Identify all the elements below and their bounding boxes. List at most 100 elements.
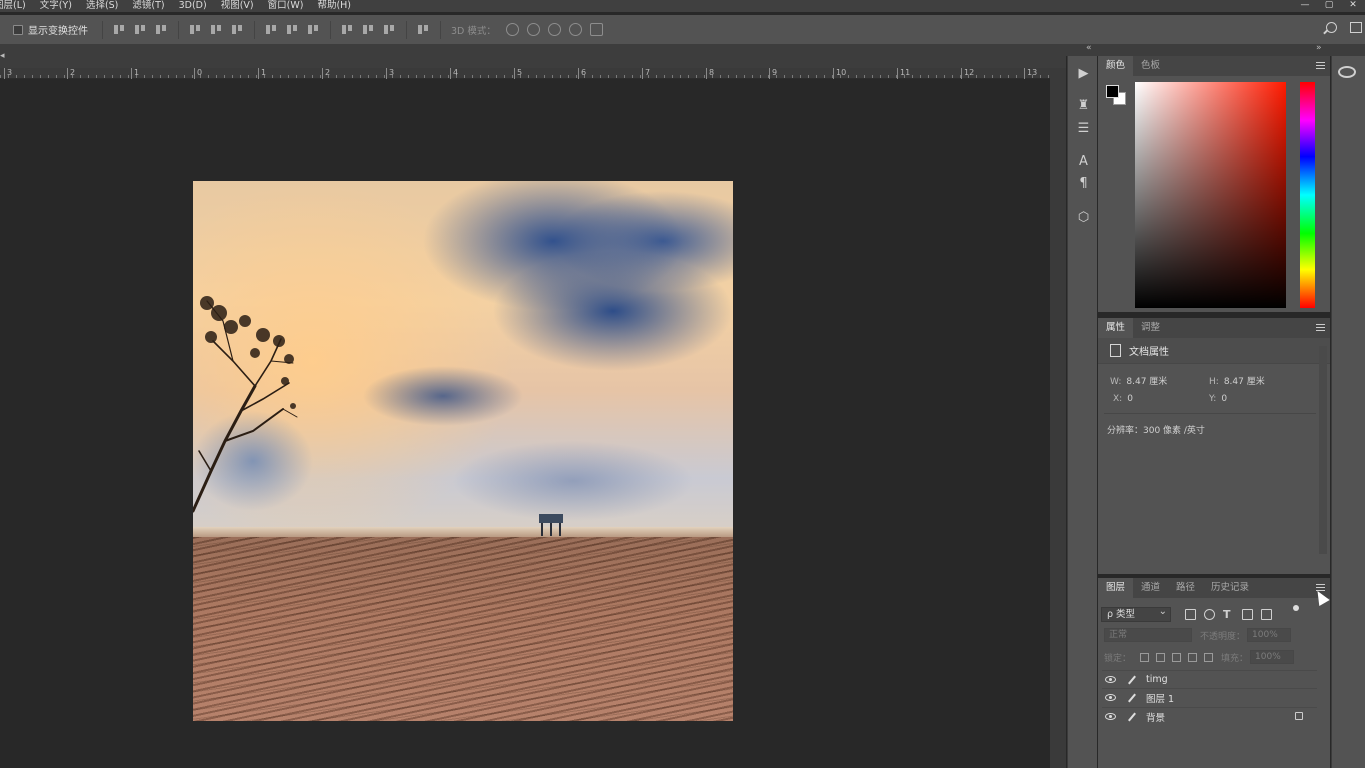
lock-all-icon[interactable]	[1204, 652, 1214, 662]
paragraph-icon[interactable]: ¶	[1076, 176, 1091, 191]
shape-filter-icon[interactable]	[1242, 608, 1253, 620]
character-icon[interactable]: A	[1076, 154, 1091, 169]
slide-3d-icon[interactable]	[568, 23, 582, 36]
type-filter-icon[interactable]: T	[1223, 609, 1234, 620]
align-right-icon[interactable]	[231, 24, 244, 36]
3d-cube-icon[interactable]: ⬡	[1076, 210, 1091, 225]
height-field[interactable]: H: 8.47 厘米	[1209, 374, 1265, 387]
play-icon[interactable]: ▶	[1076, 66, 1091, 81]
distribute-hcenter-icon[interactable]	[362, 24, 375, 36]
layer-brush-icon	[1128, 712, 1136, 721]
tab-adjustments[interactable]: 调整	[1133, 318, 1168, 338]
menu-view[interactable]: 视图(V)	[221, 0, 254, 12]
layer-filter-select[interactable]: ρ 类型	[1101, 605, 1171, 622]
foreground-color-swatch[interactable]	[1106, 85, 1119, 98]
scale-3d-icon[interactable]	[589, 23, 603, 36]
visibility-eye-icon[interactable]	[1105, 676, 1116, 683]
filter-toggle-icon[interactable]	[1293, 605, 1299, 611]
ruler-label: 1	[131, 68, 139, 79]
color-panel: 颜色 色板	[1098, 56, 1330, 312]
layer-lock-icon[interactable]	[1295, 712, 1303, 720]
distribute-vcenter-icon[interactable]	[286, 24, 299, 36]
layer-row[interactable]: 背景	[1102, 707, 1317, 725]
menu-filter[interactable]: 滤镜(T)	[132, 0, 164, 12]
menu-window[interactable]: 窗口(W)	[268, 0, 304, 12]
show-transform-label: 显示变换控件	[28, 26, 88, 37]
tab-scroll-left-icon[interactable]: ◂	[0, 51, 5, 61]
properties-scrollbar[interactable]	[1319, 346, 1327, 554]
align-bottom-icon[interactable]	[155, 24, 168, 36]
fill-input[interactable]: 100%	[1250, 650, 1295, 664]
color-picker-field[interactable]	[1135, 82, 1286, 308]
smart-object-filter-icon[interactable]	[1261, 608, 1272, 620]
lock-position-icon[interactable]	[1172, 652, 1182, 662]
distribute-top-icon[interactable]	[265, 24, 278, 36]
panel-menu-icon[interactable]	[1316, 62, 1325, 69]
menu-help[interactable]: 帮助(H)	[317, 0, 351, 12]
window-controls: — ▢ ✕	[1293, 0, 1365, 12]
document-image[interactable]	[193, 181, 733, 721]
image-stilt-hut	[539, 514, 563, 536]
brush-settings-icon[interactable]: ☰	[1076, 121, 1091, 136]
tab-properties[interactable]: 属性	[1098, 318, 1134, 338]
collapse-left-icon[interactable]: «	[1086, 43, 1092, 53]
x-field[interactable]: X: 0	[1113, 394, 1133, 404]
menu-layer[interactable]: 图层(L)	[0, 0, 26, 12]
adjustment-filter-icon[interactable]	[1204, 608, 1215, 620]
blend-mode-select[interactable]: 正常	[1104, 628, 1192, 642]
layer-row[interactable]: timg	[1102, 670, 1317, 688]
workspace-icon[interactable]	[1350, 22, 1362, 33]
pan-3d-icon[interactable]	[547, 23, 561, 36]
lock-row: 锁定： 填充： 100%	[1104, 650, 1324, 664]
maximize-icon[interactable]: ▢	[1317, 0, 1341, 12]
align-top-icon[interactable]	[113, 24, 126, 36]
distribute-right-icon[interactable]	[383, 24, 396, 36]
pixel-filter-icon[interactable]	[1185, 608, 1196, 620]
tab-color[interactable]: 颜色	[1098, 56, 1134, 76]
tab-history[interactable]: 历史记录	[1203, 578, 1257, 598]
collapsed-panel-strip: ▶ ♜ ☰ A ¶ ⬡	[1067, 56, 1097, 768]
resolution-text: 分辨率：300 像素 /英寸	[1107, 426, 1205, 436]
layer-row[interactable]: 图层 1	[1102, 688, 1317, 706]
orbit-3d-icon[interactable]	[505, 23, 519, 36]
tab-paths[interactable]: 路径	[1168, 578, 1203, 598]
search-icon[interactable]	[1326, 22, 1337, 33]
close-icon[interactable]: ✕	[1341, 0, 1365, 12]
hue-slider[interactable]	[1300, 82, 1315, 308]
distribute-left-icon[interactable]	[341, 24, 354, 36]
minimize-icon[interactable]: —	[1293, 0, 1317, 12]
width-field[interactable]: W: 8.47 厘米	[1110, 374, 1167, 387]
width-value: 8.47 厘米	[1126, 377, 1168, 387]
creative-cloud-libraries-icon[interactable]	[1338, 66, 1356, 78]
align-hcenter-icon[interactable]	[210, 24, 223, 36]
menu-type[interactable]: 文字(Y)	[40, 0, 72, 12]
lock-artboard-icon[interactable]	[1188, 652, 1198, 662]
panel-menu-icon[interactable]	[1316, 324, 1325, 331]
menu-3d[interactable]: 3D(D)	[179, 0, 207, 12]
ruler-label: 2	[322, 68, 330, 79]
lock-image-icon[interactable]	[1156, 652, 1166, 662]
align-vcenter-icon[interactable]	[134, 24, 147, 36]
align-left-icon[interactable]	[189, 24, 202, 36]
visibility-eye-icon[interactable]	[1105, 713, 1116, 720]
collapse-right-icon[interactable]: »	[1316, 43, 1322, 53]
y-field[interactable]: Y: 0	[1209, 394, 1227, 404]
menu-select[interactable]: 选择(S)	[86, 0, 118, 12]
roll-3d-icon[interactable]	[526, 23, 540, 36]
tab-channels[interactable]: 通道	[1133, 578, 1168, 598]
layers-panel-tabs: 图层 通道 路径 历史记录	[1098, 578, 1330, 598]
x-label: X:	[1113, 394, 1123, 404]
lock-transparent-icon[interactable]	[1140, 652, 1150, 662]
tab-swatches[interactable]: 色板	[1133, 56, 1168, 76]
opacity-input[interactable]: 100%	[1247, 628, 1292, 642]
show-transform-checkbox[interactable]	[13, 24, 23, 35]
auto-align-icon[interactable]	[417, 24, 430, 36]
horizontal-ruler: 3 2 1 0 1 2 3 4 5 6 7 8 9 10 11 12 13	[0, 68, 1050, 79]
layer-name: 图层 1	[1146, 693, 1175, 705]
distribute-bottom-icon[interactable]	[307, 24, 320, 36]
canvas-vertical-scrollbar[interactable]	[1050, 68, 1066, 768]
clone-source-icon[interactable]: ♜	[1076, 98, 1091, 113]
visibility-eye-icon[interactable]	[1105, 694, 1116, 701]
blend-row: 正常 不透明度： 100%	[1104, 628, 1324, 642]
tab-layers[interactable]: 图层	[1098, 578, 1134, 598]
